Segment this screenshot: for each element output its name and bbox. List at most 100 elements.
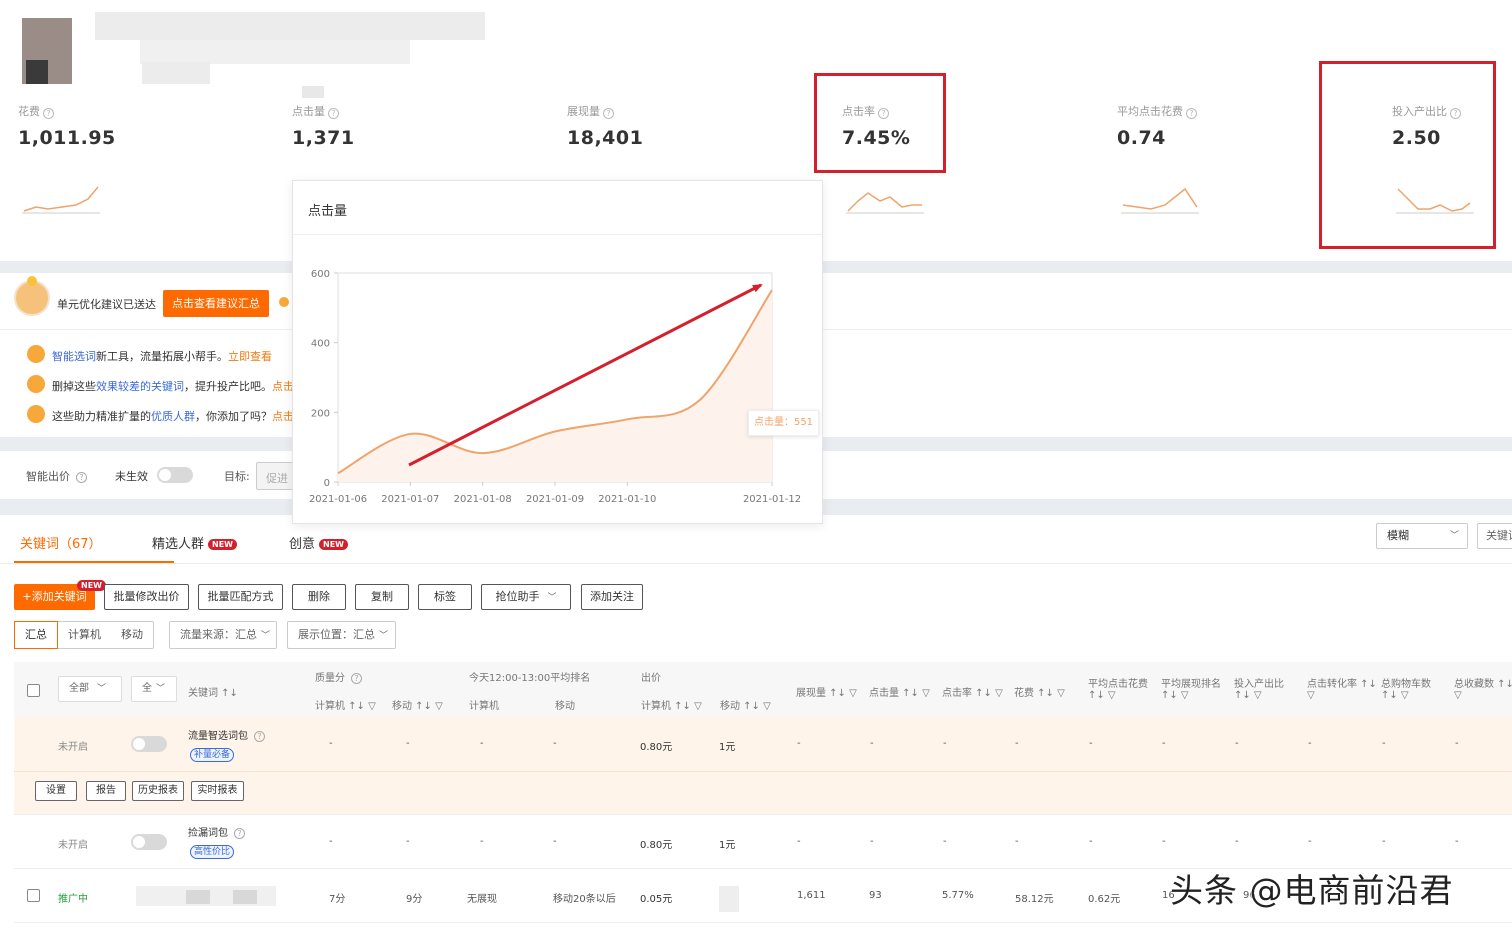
match-mode-select[interactable]: 模糊 ﹀	[1376, 523, 1468, 549]
bulk-match-type-button[interactable]: 批量匹配方式	[198, 584, 283, 610]
col-favorites[interactable]: 总收藏数 ↑↓ ▽	[1454, 675, 1512, 701]
chevron-down-icon: ﹀	[261, 631, 271, 641]
traffic-source-select[interactable]: 流量来源：汇总 ﹀	[169, 621, 277, 649]
row-status: 推广中	[58, 894, 88, 905]
more-icon[interactable]	[279, 297, 289, 307]
col-quality-mobile[interactable]: 移动 ↑↓ ▽	[392, 697, 443, 712]
row-history-report-button[interactable]: 历史报表	[132, 781, 184, 801]
cell-bid-pc[interactable]: 0.80元	[640, 836, 672, 851]
row-toggle[interactable]	[131, 834, 167, 850]
keyword-search-button[interactable]: 关键词	[1477, 523, 1512, 549]
tabs-divider	[0, 563, 1512, 564]
x-tick-label: 2021-01-12	[743, 494, 801, 505]
smart-bid-status: 未生效	[115, 470, 148, 483]
help-icon[interactable]: ?	[234, 828, 245, 839]
help-icon[interactable]: ?	[1186, 108, 1197, 119]
tip-link[interactable]: 效果较差的关键词	[96, 380, 184, 393]
select-all-checkbox[interactable]	[27, 684, 40, 697]
tip-link[interactable]: 优质人群	[151, 410, 195, 423]
col-roi[interactable]: 投入产出比 ↑↓ ▽	[1234, 675, 1284, 701]
target-select[interactable]: 促进	[256, 462, 296, 490]
col-clicks[interactable]: 点击量 ↑↓ ▽	[869, 684, 930, 699]
watermark: 头条 @电商前沿君	[1170, 871, 1454, 910]
sparkline-ctr	[846, 192, 924, 214]
x-tick-label: 2021-01-07	[381, 494, 439, 505]
col-conversion[interactable]: 点击转化率 ↑↓ ▽	[1307, 675, 1377, 701]
delete-button[interactable]: 删除	[292, 584, 346, 610]
tip-action-link[interactable]: 点击	[272, 380, 294, 393]
col-bid-pc[interactable]: 计算机 ↑↓ ▽	[641, 697, 702, 712]
row-keyword-name: 流量智选词包?	[188, 727, 265, 742]
blurred-keyword	[233, 890, 257, 904]
cell-metric: -	[1382, 738, 1386, 749]
row-tag: 高性价比	[190, 845, 235, 859]
clicks-chart: 0 200 400 600 2021-01-06 2021-01-07 2021-01-08…	[309, 269, 801, 505]
cell-bid-mobile[interactable]: 1元	[719, 836, 735, 851]
row-report-button[interactable]: 报告	[86, 781, 126, 801]
col-group-quality: 质量分?	[315, 669, 362, 684]
cell-metric: 1,611	[797, 890, 826, 901]
cell-bid-pc[interactable]: 0.80元	[640, 738, 672, 753]
col-bid-mobile[interactable]: 移动 ↑↓ ▽	[720, 697, 771, 712]
col-avg-rank[interactable]: 平均展现排名 ↑↓ ▽	[1161, 675, 1221, 701]
add-follow-button[interactable]: 添加关注	[581, 584, 643, 610]
cell-metric: -	[870, 738, 874, 749]
row-toggle[interactable]	[131, 736, 167, 752]
display-position-select[interactable]: 展示位置：汇总 ﹀	[287, 621, 396, 649]
col-quality-pc[interactable]: 计算机 ↑↓ ▽	[315, 697, 376, 712]
smart-bid-toggle[interactable]	[157, 467, 193, 483]
cell-metric: -	[1235, 836, 1239, 847]
x-tick-label: 2021-01-10	[598, 494, 656, 505]
bulk-edit-bid-button[interactable]: 批量修改出价	[104, 584, 189, 610]
row-tag: 补量必备	[190, 748, 235, 762]
blurred-bid	[719, 886, 739, 912]
copy-button[interactable]: 复制	[355, 584, 409, 610]
col-cost[interactable]: 花费 ↑↓ ▽	[1014, 684, 1065, 699]
target-select-text: 促进	[266, 472, 288, 485]
cell-quality-mobile: 9分	[406, 894, 423, 905]
tip-action-link[interactable]: 立即查看	[228, 350, 272, 363]
type-filter-select[interactable]: 全 ﹀	[131, 676, 177, 702]
tip-link[interactable]: 智能选词	[52, 350, 96, 363]
col-keyword[interactable]: 关键词 ↑↓	[188, 684, 238, 699]
y-tick-label: 400	[311, 339, 330, 350]
blurred-logo-dark	[26, 60, 48, 84]
help-icon[interactable]: ?	[603, 108, 614, 119]
segment-pc[interactable]: 计算机	[58, 622, 111, 648]
help-icon[interactable]: ?	[43, 108, 54, 119]
cell-bid-pc[interactable]: 0.05元	[640, 890, 672, 905]
col-avg-cpc[interactable]: 平均点击花费 ↑↓ ▽	[1088, 675, 1148, 701]
blurred-keyword	[186, 890, 210, 904]
tab-audience[interactable]: 精选人群 NEW	[152, 533, 237, 552]
col-impressions[interactable]: 展现量 ↑↓ ▽	[796, 684, 857, 699]
tab-creative[interactable]: 创意 NEW	[289, 533, 348, 552]
help-icon[interactable]: ?	[351, 673, 362, 684]
row-settings-button[interactable]: 设置	[35, 781, 77, 801]
cell-rank-mobile: -	[553, 738, 557, 749]
status-filter-select[interactable]: 全部 ﹀	[58, 676, 122, 702]
tip-smart-keyword: 智能选词新工具，流量拓展小帮手。立即查看	[52, 350, 272, 363]
segment-mobile[interactable]: 移动	[111, 622, 153, 648]
help-icon[interactable]: ?	[76, 472, 87, 483]
chevron-down-icon: ﹀	[547, 593, 557, 603]
tip-action-link[interactable]: 点击	[272, 410, 294, 423]
view-suggestions-button[interactable]: 点击查看建议汇总	[163, 290, 269, 317]
col-cart[interactable]: 总购物车数 ↑↓ ▽	[1381, 675, 1431, 701]
cell-metric: -	[1089, 836, 1093, 847]
help-icon[interactable]: ?	[254, 731, 265, 742]
row-checkbox[interactable]	[27, 889, 40, 902]
tip-quality-audience: 这些助力精准扩量的优质人群，你添加了吗？点击	[52, 410, 294, 423]
col-ctr[interactable]: 点击率 ↑↓ ▽	[942, 684, 1003, 699]
tag-button[interactable]: 标签	[418, 584, 472, 610]
chevron-down-icon: ﹀	[379, 631, 389, 641]
cell-bid-mobile[interactable]: 1元	[719, 738, 735, 753]
cell-rank-mobile: 移动20条以后	[553, 894, 616, 905]
tab-keywords[interactable]: 关键词（67）	[20, 533, 102, 552]
segment-summary[interactable]: 汇总	[14, 621, 58, 649]
help-icon[interactable]: ?	[328, 108, 339, 119]
rank-helper-dropdown[interactable]: 抢位助手 ﹀	[481, 584, 571, 610]
bulb-icon	[27, 276, 37, 286]
y-tick-label: 0	[324, 478, 330, 489]
row-realtime-report-button[interactable]: 实时报表	[191, 781, 244, 801]
cell-metric: 58.12元	[1015, 894, 1054, 905]
